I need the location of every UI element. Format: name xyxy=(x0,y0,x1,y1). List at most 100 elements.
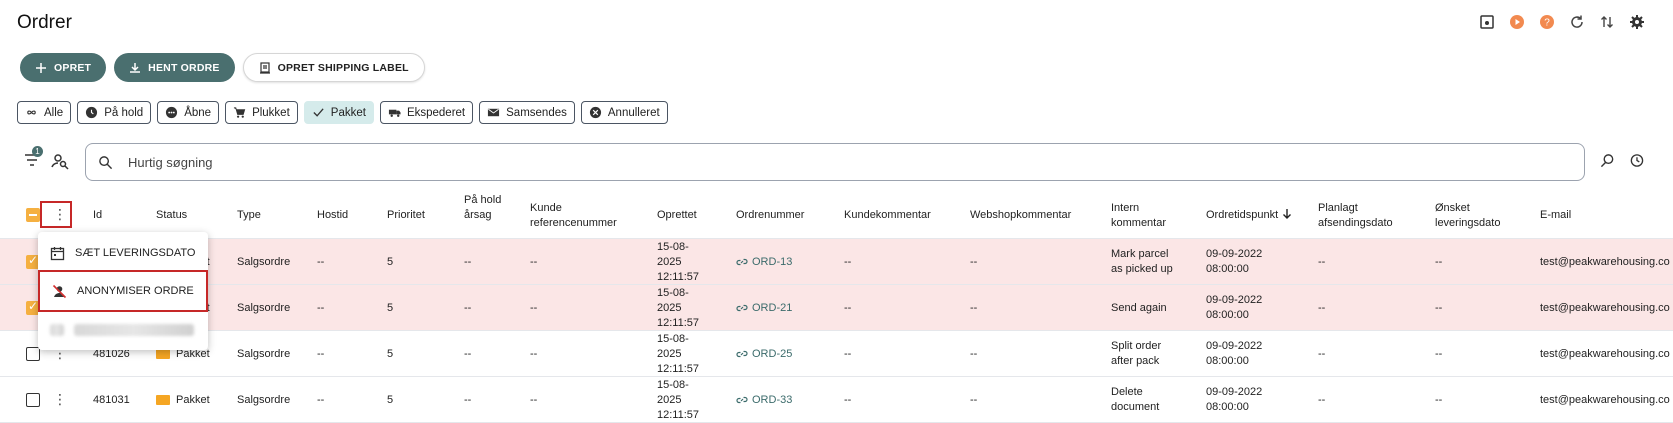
cancel-icon xyxy=(589,106,601,119)
sort-desc-icon xyxy=(1283,209,1292,219)
cell-text: 5 xyxy=(387,301,394,314)
cell-internal-comment: Delete document xyxy=(1111,385,1159,415)
search-reset-icon[interactable] xyxy=(1600,153,1615,168)
cell-customer-comment: -- xyxy=(844,393,851,408)
chip-ekspederet[interactable]: Ekspederet xyxy=(379,101,474,124)
refresh-icon[interactable] xyxy=(1567,12,1587,32)
cell-webshop-comment: -- xyxy=(970,301,977,316)
gear-icon[interactable] xyxy=(1627,12,1647,32)
order-number-link[interactable]: ORD-13 xyxy=(736,255,792,270)
chip-pakket[interactable]: Pakket xyxy=(303,101,374,124)
cell-hold-reason: -- xyxy=(464,301,471,316)
action-bar: OPRET HENT ORDRE OPRET SHIPPING LABEL xyxy=(20,53,425,82)
select-all-checkbox[interactable] xyxy=(26,208,40,222)
menu-item-blurred[interactable] xyxy=(38,312,208,348)
fetch-order-label: HENT ORDRE xyxy=(148,61,220,74)
help-icon[interactable]: ? xyxy=(1537,12,1557,32)
anonymize-person-icon xyxy=(52,284,67,298)
col-customer-comment[interactable]: Kundekommentar xyxy=(844,208,931,223)
table-row[interactable]: ⋮ 481026 Pakket Salgsordre -- 5 -- -- 15-08- 2025… xyxy=(0,331,1673,377)
create-shipping-label-button[interactable]: OPRET SHIPPING LABEL xyxy=(242,53,425,82)
col-priority[interactable]: Prioritet xyxy=(387,208,425,223)
col-hold-reason[interactable]: På hold årsag xyxy=(464,193,506,223)
truck-icon xyxy=(388,109,401,117)
cell-created: 15-08- 2025 12:11:57 xyxy=(657,378,699,423)
cell-text: 5 xyxy=(387,255,394,268)
cell-desired-delivery-date: -- xyxy=(1435,255,1442,270)
calendar-icon xyxy=(50,246,65,260)
cell-hostid: -- xyxy=(317,255,324,270)
cell-email: test@peakwarehousing.co xyxy=(1540,393,1673,408)
cell-text: -- xyxy=(317,347,325,360)
col-status[interactable]: Status xyxy=(156,208,187,223)
cell-created: 15-08- 2025 12:11:57 xyxy=(657,286,699,331)
row-checkbox[interactable] xyxy=(26,347,40,361)
col-order-number[interactable]: Ordrenummer xyxy=(736,208,804,223)
row-checkbox[interactable] xyxy=(26,393,40,407)
cell-line: 2025 xyxy=(657,393,682,406)
cell-line: Delete xyxy=(1111,386,1143,398)
chip-samsendes[interactable]: Samsendes xyxy=(479,101,575,124)
sort-icon[interactable] xyxy=(1597,12,1617,32)
cell-text: -- xyxy=(464,347,472,360)
cell-type: Salgsordre xyxy=(237,347,290,362)
link-icon xyxy=(736,258,748,266)
menu-item-anonymize-order[interactable]: ANONYMISER ORDRE xyxy=(38,270,208,312)
history-icon[interactable] xyxy=(1629,153,1644,168)
cell-line: 08:00:00 xyxy=(1206,263,1249,275)
cell-text: -- xyxy=(464,393,472,406)
create-button[interactable]: OPRET xyxy=(20,53,107,82)
cell-text: test@peakwarehousing.co xyxy=(1540,301,1670,314)
table-row[interactable]: ⋮ 481031 Pakket Salgsordre -- 5 -- -- 15-08- 2025… xyxy=(0,377,1673,423)
col-id[interactable]: Id xyxy=(93,208,102,223)
table-row[interactable]: ⋮PakketSalgsordre--5----15-08-202512:11:… xyxy=(0,285,1673,331)
table-row[interactable]: ⋮PakketSalgsordre--5----15-08-202512:11:… xyxy=(0,239,1673,285)
col-type[interactable]: Type xyxy=(237,208,261,223)
cell-hold-reason: -- xyxy=(464,393,471,408)
col-webshop-comment[interactable]: Webshopkommentar xyxy=(970,208,1071,223)
order-number-link[interactable]: ORD-25 xyxy=(736,347,792,362)
order-number-link[interactable]: ORD-21 xyxy=(736,301,792,316)
col-hostid[interactable]: Hostid xyxy=(317,208,348,223)
cell-text: -- xyxy=(844,301,852,314)
col-customer-ref[interactable]: Kunde referencenummer xyxy=(530,201,630,231)
cell-line: 09-09-2022 xyxy=(1206,340,1263,352)
search-actions xyxy=(1600,153,1644,168)
chip-annulleret[interactable]: Annulleret xyxy=(580,101,668,124)
page-title: Ordrer xyxy=(17,12,72,33)
chip-label: Pakket xyxy=(330,106,366,119)
col-desired-delivery-date[interactable]: Ønsket leveringsdato xyxy=(1435,201,1515,231)
cell-text: Salgsordre xyxy=(237,393,291,406)
preview-icon[interactable] xyxy=(1477,12,1497,32)
person-search-icon[interactable] xyxy=(51,152,69,170)
order-number-link[interactable]: ORD-33 xyxy=(736,393,792,408)
row-actions-kebab-icon[interactable]: ⋮ xyxy=(53,391,67,408)
col-email[interactable]: E-mail xyxy=(1540,208,1571,223)
quick-search-input[interactable]: Hurtig søgning xyxy=(85,143,1585,181)
cell-priority: 5 xyxy=(387,255,393,270)
col-order-time[interactable]: Ordretidspunkt xyxy=(1206,208,1292,223)
chip-aabne[interactable]: Åbne xyxy=(157,101,220,124)
cell-text: ORD-33 xyxy=(752,393,793,406)
chip-plukket[interactable]: Plukket xyxy=(225,101,298,124)
cell-hostid: -- xyxy=(317,347,324,362)
col-planned-ship-date[interactable]: Planlagt afsendingsdato xyxy=(1318,201,1418,231)
col-created[interactable]: Oprettet xyxy=(657,208,697,223)
infinity-icon xyxy=(27,110,36,115)
cell-planned-ship-date: -- xyxy=(1318,255,1325,270)
envelope-icon xyxy=(156,394,170,405)
orders-page: Ordrer ? OPRET HENT ORDRE OPRET SHIPPING… xyxy=(0,0,1673,423)
menu-item-set-delivery-date[interactable]: SÆT LEVERINGSDATO xyxy=(38,235,208,271)
chip-alle[interactable]: Alle xyxy=(17,101,72,124)
chip-paa-hold[interactable]: På hold xyxy=(77,101,152,124)
cell-email: test@peakwarehousing.co xyxy=(1540,255,1673,270)
cell-text: -- xyxy=(970,255,978,268)
col-internal-comment[interactable]: Intern kommentar xyxy=(1111,201,1171,231)
cell-line: 2025 xyxy=(657,255,682,268)
cell-order-time: 09-09-2022 08:00:00 xyxy=(1206,293,1262,323)
cell-text: -- xyxy=(970,393,978,406)
clock-icon xyxy=(86,106,98,119)
cell-email: test@peakwarehousing.co xyxy=(1540,301,1673,316)
fetch-order-button[interactable]: HENT ORDRE xyxy=(114,53,235,82)
play-icon[interactable] xyxy=(1507,12,1527,32)
